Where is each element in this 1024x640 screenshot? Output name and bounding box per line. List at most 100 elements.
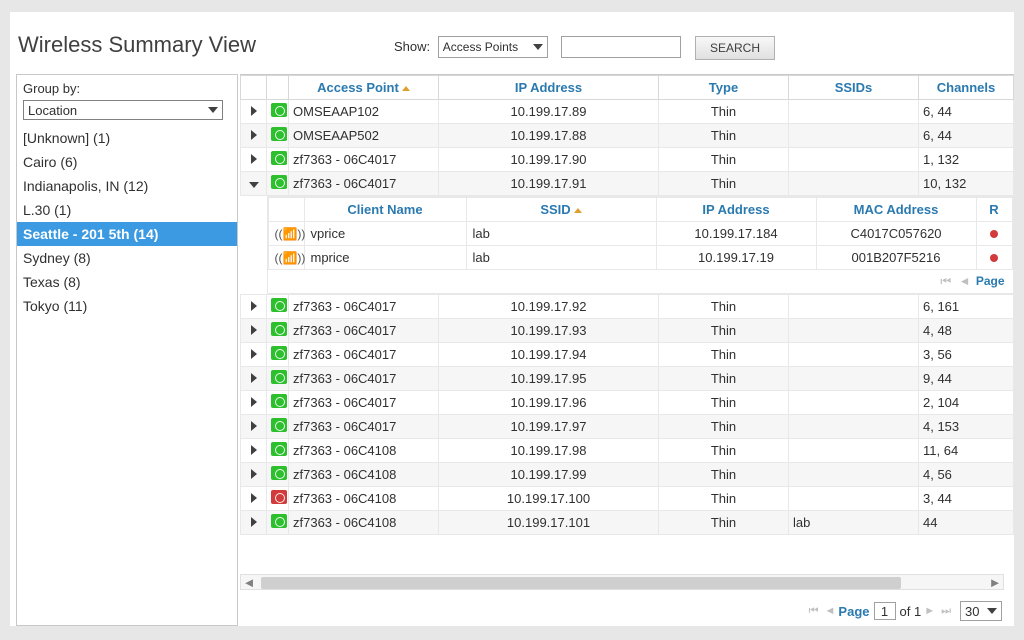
col-channels[interactable]: Channels bbox=[919, 76, 1014, 100]
client-name: mprice bbox=[304, 246, 466, 270]
client-ip: 10.199.17.19 bbox=[656, 246, 816, 270]
expand-icon[interactable] bbox=[251, 301, 257, 311]
ap-ssids bbox=[789, 343, 919, 367]
sub-col-extra[interactable]: R bbox=[976, 198, 1012, 222]
sub-col-ssid[interactable]: SSID bbox=[466, 198, 656, 222]
scroll-right-icon[interactable]: ► bbox=[987, 575, 1003, 589]
pager-prev-icon[interactable]: ◄ bbox=[959, 274, 971, 288]
pager-page-input[interactable]: 1 bbox=[874, 602, 896, 620]
wifi-client-icon: ((📶)) bbox=[275, 227, 306, 241]
expand-icon[interactable] bbox=[251, 397, 257, 407]
table-row[interactable]: zf7363 - 06C410810.199.17.99Thin4, 56 bbox=[241, 463, 1014, 487]
client-ssid: lab bbox=[466, 246, 656, 270]
table-row[interactable]: OMSEAAP50210.199.17.88Thin6, 44 bbox=[241, 124, 1014, 148]
ap-name[interactable]: zf7363 - 06C4108 bbox=[289, 439, 439, 463]
col-access-point[interactable]: Access Point bbox=[289, 76, 439, 100]
sub-col-client[interactable]: Client Name bbox=[304, 198, 466, 222]
group-by-select[interactable]: Location bbox=[23, 100, 223, 120]
ap-ssids bbox=[789, 415, 919, 439]
ap-name[interactable]: zf7363 - 06C4017 bbox=[289, 172, 439, 196]
table-row[interactable]: OMSEAAP10210.199.17.89Thin6, 44 bbox=[241, 100, 1014, 124]
expand-icon[interactable] bbox=[251, 130, 257, 140]
client-row[interactable]: ((📶))mpricelab10.199.17.19001B207F5216 bbox=[268, 246, 1012, 270]
sub-col-mac[interactable]: MAC Address bbox=[816, 198, 976, 222]
ap-name[interactable]: OMSEAAP502 bbox=[289, 124, 439, 148]
pager-first-icon[interactable]: ⏮ bbox=[809, 605, 819, 618]
main-grid-area: Access Point IP Address Type SSIDs Chann… bbox=[240, 74, 1014, 626]
ap-status-icon bbox=[271, 442, 287, 456]
table-row[interactable]: zf7363 - 06C401710.199.17.96Thin2, 104 bbox=[241, 391, 1014, 415]
expand-icon[interactable] bbox=[251, 349, 257, 359]
expand-icon[interactable] bbox=[251, 154, 257, 164]
search-button[interactable]: SEARCH bbox=[695, 36, 775, 60]
table-row[interactable]: zf7363 - 06C401710.199.17.95Thin9, 44 bbox=[241, 367, 1014, 391]
table-row[interactable]: zf7363 - 06C410810.199.17.98Thin11, 64 bbox=[241, 439, 1014, 463]
chevron-down-icon bbox=[208, 107, 218, 113]
sidebar-location-item[interactable]: [Unknown] (1) bbox=[17, 126, 237, 150]
client-row[interactable]: ((📶))vpricelab10.199.17.184C4017C057620 bbox=[268, 222, 1012, 246]
show-select[interactable]: Access Points bbox=[438, 36, 548, 58]
table-row[interactable]: zf7363 - 06C401710.199.17.97Thin4, 153 bbox=[241, 415, 1014, 439]
collapse-icon[interactable] bbox=[249, 182, 259, 188]
page-size-select[interactable]: 30 bbox=[960, 601, 1002, 621]
expand-icon[interactable] bbox=[251, 493, 257, 503]
expand-icon[interactable] bbox=[251, 373, 257, 383]
ap-type: Thin bbox=[659, 367, 789, 391]
ap-channels: 1, 132 bbox=[919, 148, 1014, 172]
ap-status-icon bbox=[271, 418, 287, 432]
ap-ssids bbox=[789, 463, 919, 487]
search-input[interactable] bbox=[561, 36, 681, 58]
ap-ip: 10.199.17.88 bbox=[439, 124, 659, 148]
sidebar-location-item[interactable]: Tokyo (11) bbox=[17, 294, 237, 318]
ap-name[interactable]: zf7363 - 06C4017 bbox=[289, 343, 439, 367]
ap-name[interactable]: zf7363 - 06C4108 bbox=[289, 511, 439, 535]
table-row[interactable]: zf7363 - 06C401710.199.17.94Thin3, 56 bbox=[241, 343, 1014, 367]
sidebar-location-item[interactable]: Texas (8) bbox=[17, 270, 237, 294]
ap-name[interactable]: zf7363 - 06C4017 bbox=[289, 415, 439, 439]
sort-asc-icon bbox=[402, 86, 410, 91]
ap-status-icon bbox=[271, 127, 287, 141]
ap-name[interactable]: OMSEAAP102 bbox=[289, 100, 439, 124]
col-type[interactable]: Type bbox=[659, 76, 789, 100]
col-ip[interactable]: IP Address bbox=[439, 76, 659, 100]
expand-icon[interactable] bbox=[251, 421, 257, 431]
table-row[interactable]: zf7363 - 06C401710.199.17.93Thin4, 48 bbox=[241, 319, 1014, 343]
ap-type: Thin bbox=[659, 511, 789, 535]
ap-name[interactable]: zf7363 - 06C4017 bbox=[289, 391, 439, 415]
pager-prev-icon[interactable]: ◄ bbox=[825, 605, 836, 617]
pager-first-icon[interactable]: ⏮ bbox=[940, 274, 951, 288]
sidebar-location-item[interactable]: Seattle - 201 5th (14) bbox=[17, 222, 237, 246]
sidebar-location-item[interactable]: Sydney (8) bbox=[17, 246, 237, 270]
ap-name[interactable]: zf7363 - 06C4108 bbox=[289, 463, 439, 487]
show-select-value: Access Points bbox=[443, 40, 518, 54]
expand-icon[interactable] bbox=[251, 325, 257, 335]
sidebar-location-item[interactable]: Cairo (6) bbox=[17, 150, 237, 174]
expand-icon[interactable] bbox=[251, 106, 257, 116]
client-mac: C4017C057620 bbox=[816, 222, 976, 246]
ap-channels: 4, 48 bbox=[919, 319, 1014, 343]
expand-icon[interactable] bbox=[251, 445, 257, 455]
ap-ip: 10.199.17.94 bbox=[439, 343, 659, 367]
pager-next-icon[interactable]: ► bbox=[924, 605, 935, 617]
ap-name[interactable]: zf7363 - 06C4017 bbox=[289, 295, 439, 319]
table-row[interactable]: zf7363 - 06C401710.199.17.92Thin6, 161 bbox=[241, 295, 1014, 319]
sidebar-location-item[interactable]: Indianapolis, IN (12) bbox=[17, 174, 237, 198]
ap-name[interactable]: zf7363 - 06C4017 bbox=[289, 148, 439, 172]
expand-icon[interactable] bbox=[251, 517, 257, 527]
scroll-left-icon[interactable]: ◄ bbox=[241, 575, 257, 589]
scrollbar-thumb[interactable] bbox=[261, 577, 901, 589]
table-row[interactable]: zf7363 - 06C401710.199.17.90Thin1, 132 bbox=[241, 148, 1014, 172]
sub-col-ip[interactable]: IP Address bbox=[656, 198, 816, 222]
sidebar-location-item[interactable]: L.30 (1) bbox=[17, 198, 237, 222]
pager-of-word: of bbox=[900, 604, 911, 619]
expand-icon[interactable] bbox=[251, 469, 257, 479]
table-row[interactable]: zf7363 - 06C410810.199.17.100Thin3, 44 bbox=[241, 487, 1014, 511]
table-row[interactable]: zf7363 - 06C410810.199.17.101Thinlab44 bbox=[241, 511, 1014, 535]
ap-name[interactable]: zf7363 - 06C4108 bbox=[289, 487, 439, 511]
ap-name[interactable]: zf7363 - 06C4017 bbox=[289, 367, 439, 391]
client-ssid: lab bbox=[466, 222, 656, 246]
pager-last-icon[interactable]: ⏭ bbox=[941, 605, 951, 618]
col-ssids[interactable]: SSIDs bbox=[789, 76, 919, 100]
ap-name[interactable]: zf7363 - 06C4017 bbox=[289, 319, 439, 343]
horizontal-scrollbar[interactable]: ◄ ► bbox=[240, 574, 1004, 590]
